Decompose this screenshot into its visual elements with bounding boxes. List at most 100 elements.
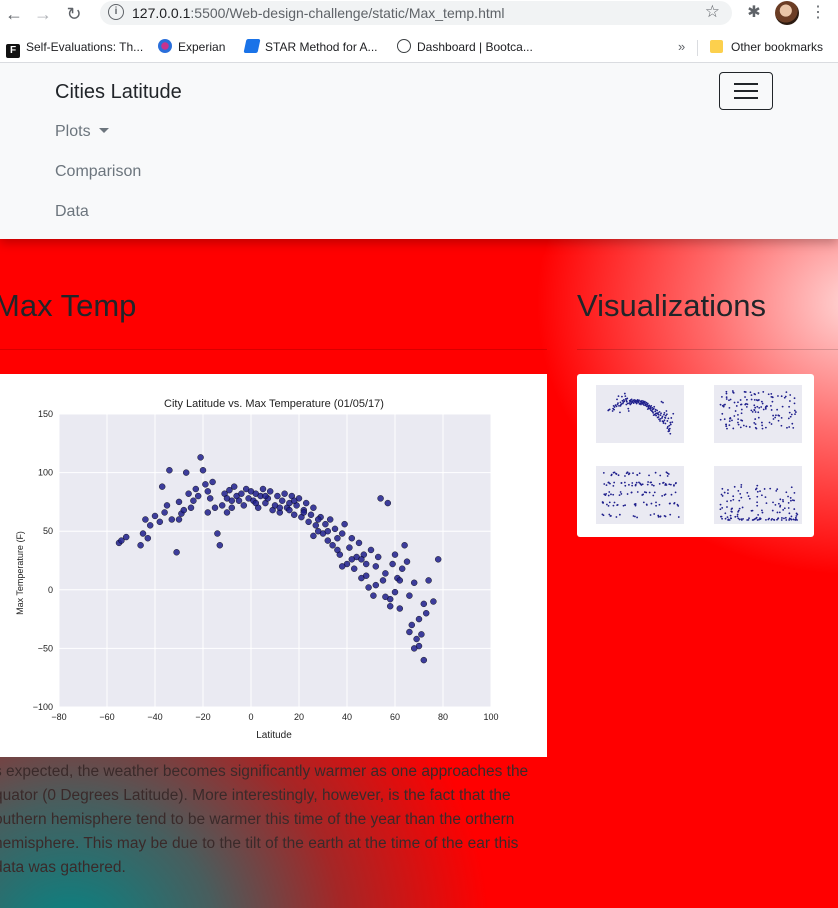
thumbnail-point — [627, 473, 630, 476]
thumbnail-point — [792, 426, 795, 429]
thumbnail-point — [740, 518, 743, 521]
chart-point — [396, 605, 403, 612]
reload-icon[interactable]: ↻ — [62, 2, 86, 26]
thumbnail-point — [720, 493, 723, 496]
thumbnail-point — [604, 494, 607, 497]
chart-point — [372, 563, 379, 570]
other-bookmarks[interactable]: Other bookmarks — [710, 37, 823, 57]
thumbnail-point — [642, 403, 644, 405]
thumbnail-point — [625, 400, 628, 403]
thumbnail-point — [737, 489, 740, 492]
thumbnail-point — [751, 411, 754, 413]
chart-x-tick-label: 40 — [342, 712, 352, 722]
chart-point — [262, 492, 269, 500]
navbar-toggler-button[interactable] — [719, 72, 773, 110]
thumbnail-point — [755, 427, 758, 430]
bookmark-star-icon[interactable]: ☆ — [705, 2, 720, 22]
thumbnail-point — [751, 519, 754, 521]
thumbnail-point — [756, 495, 759, 498]
thumbnail-point — [759, 490, 761, 493]
thumbnail-point — [757, 416, 760, 419]
thumbnail-point — [765, 519, 767, 521]
thumbnail-point — [674, 482, 677, 485]
chart-point — [175, 498, 183, 506]
thumbnail-point — [780, 519, 783, 521]
thumbnail-point — [729, 514, 732, 517]
thumbnail-point — [669, 421, 672, 424]
thumbnail-point — [620, 482, 623, 484]
thumbnail-point — [670, 417, 673, 419]
thumbnail-point — [654, 471, 657, 474]
thumbnail-point — [776, 488, 779, 491]
address-bar[interactable]: i 127.0.0.1:5500/Web-design-challenge/st… — [100, 1, 732, 25]
extensions-puzzle-icon[interactable]: ✱ — [744, 3, 764, 23]
chart-point — [363, 572, 370, 579]
thumbnail-point — [772, 501, 774, 504]
profile-avatar[interactable] — [775, 1, 799, 25]
bookmark-dashboard[interactable]: Dashboard | Bootca... — [397, 37, 533, 57]
thumbnail-point — [662, 422, 665, 424]
nav-comparison[interactable]: Comparison — [55, 163, 141, 181]
thumbnail-point — [738, 507, 741, 510]
visualizations-thumbnail-grid: · — [577, 374, 814, 537]
thumbnail-point — [613, 408, 615, 411]
thumbnail-point — [754, 517, 757, 520]
chart-point — [281, 490, 288, 497]
thumbnail-wind-speed[interactable] — [698, 458, 810, 536]
nav-plots-dropdown[interactable]: Plots — [55, 123, 109, 141]
title-divider — [0, 349, 547, 350]
thumbnail-point — [762, 408, 765, 411]
chart-point — [223, 509, 231, 516]
thumbnail-point — [658, 503, 661, 506]
chart-point — [307, 511, 315, 518]
thumbnail-point — [737, 423, 740, 426]
chart-y-tick-label: −100 — [33, 702, 53, 712]
chart-point — [322, 520, 329, 528]
nav-data[interactable]: Data — [55, 203, 89, 221]
thumbnail-point — [762, 391, 765, 393]
chart-y-axis-label: Max Temperature (F) — [15, 531, 25, 615]
thumbnail-point — [642, 501, 645, 504]
thumbnail-point — [616, 504, 619, 507]
back-icon[interactable]: ← — [2, 2, 26, 26]
navbar-brand[interactable]: Cities Latitude — [55, 81, 182, 104]
bookmark-experian[interactable]: Experian — [158, 37, 225, 57]
thumbnail-point — [782, 498, 784, 501]
chart-point — [199, 467, 207, 474]
thumbnail-point — [788, 517, 791, 520]
thumbnail-point — [783, 517, 785, 520]
chart-point — [324, 527, 331, 535]
thumbnail-point — [777, 395, 779, 397]
thumbnail-point — [781, 517, 783, 519]
thumbnail-point — [760, 406, 763, 408]
thumbnail-point — [646, 402, 649, 405]
thumbnail-point — [616, 403, 619, 406]
thumbnail-point — [760, 400, 763, 403]
more-bookmarks-chevron[interactable]: » — [678, 37, 685, 57]
chart-point — [406, 628, 413, 636]
thumbnail-point — [635, 401, 637, 404]
site-info-icon[interactable]: i — [108, 4, 124, 20]
thumbnail-point — [733, 401, 736, 404]
bookmark-self-evaluations[interactable]: F Self-Evaluations: Th... — [6, 37, 143, 58]
forward-icon[interactable]: → — [31, 2, 55, 26]
thumbnail-point — [622, 504, 625, 507]
thumbnail-point — [719, 418, 722, 421]
thumbnail-cloudiness[interactable] — [580, 458, 692, 536]
thumbnail-humidity[interactable] — [698, 377, 810, 455]
chart-point — [415, 615, 423, 623]
url-path: :5500/Web-design-challenge/static/Max_te… — [190, 5, 505, 21]
thumbnail-max-temp[interactable]: · — [580, 377, 692, 455]
thumbnail-point — [739, 492, 742, 495]
bookmark-star-method[interactable]: STAR Method for A... — [243, 37, 378, 57]
thumbnail-point — [613, 481, 616, 484]
browser-menu-icon[interactable]: ⋮ — [808, 3, 828, 23]
chart-point — [389, 560, 396, 568]
chart-point — [161, 509, 168, 516]
thumbnail-point — [635, 481, 638, 484]
thumbnail-point — [636, 516, 638, 519]
thumbnail-point — [729, 417, 732, 419]
thumbnail-point — [787, 507, 790, 509]
thumbnail-point — [719, 508, 722, 511]
thumbnail-point — [737, 418, 740, 421]
